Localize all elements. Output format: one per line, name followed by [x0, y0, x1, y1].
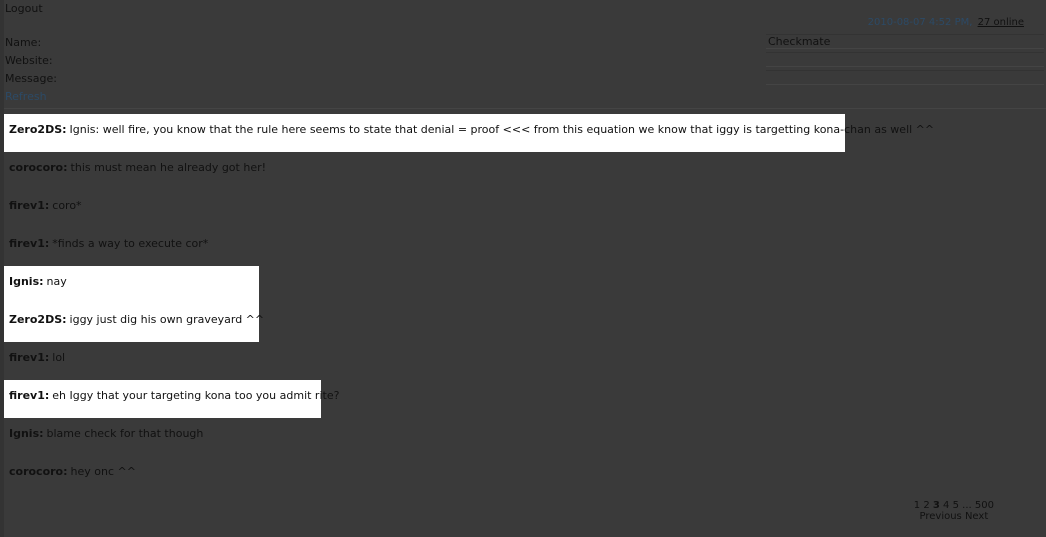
- page-numbers: 1 2 3 4 5 ... 500: [914, 500, 994, 511]
- status-bar: 2010-08-07 4:52 PM, 27 online: [868, 17, 1024, 28]
- previous-page-link[interactable]: Previous: [920, 511, 962, 522]
- message-text: coro*: [52, 199, 82, 212]
- page-link[interactable]: 3: [933, 500, 940, 511]
- chat-message: Ignis: blame check for that though: [4, 418, 208, 456]
- pagination: 1 2 3 4 5 ... 500 Previous Next: [914, 500, 994, 522]
- chat-message: corocoro: hey onc ^^: [4, 456, 141, 494]
- chat-message: Ignis: nay: [4, 266, 259, 304]
- refresh-link[interactable]: Refresh: [5, 90, 47, 103]
- chat-message: firev1: coro*: [4, 190, 87, 228]
- message-username[interactable]: Ignis:: [9, 427, 44, 440]
- chat-page: Logout 2010-08-07 4:52 PM, 27 online Nam…: [4, 0, 1046, 537]
- website-label: Website:: [5, 54, 53, 67]
- message-text: nay: [46, 275, 67, 288]
- chat-message: corocoro: this must mean he already got h…: [4, 152, 271, 190]
- message-username[interactable]: corocoro:: [9, 161, 68, 174]
- next-page-link[interactable]: Next: [965, 511, 988, 522]
- message-username[interactable]: corocoro:: [9, 465, 68, 478]
- message-text: lol: [52, 351, 66, 364]
- divider: [4, 108, 1046, 109]
- page-link[interactable]: 5: [953, 500, 959, 511]
- chat-message: firev1: lol: [4, 342, 70, 380]
- chat-message: Zero2DS: Ignis: well fire, you know that …: [4, 114, 934, 152]
- message-input[interactable]: [766, 70, 1044, 85]
- message-text: blame check for that though: [46, 427, 204, 440]
- message-username[interactable]: firev1:: [9, 351, 49, 364]
- page-link[interactable]: 500: [975, 500, 994, 511]
- message-username[interactable]: firev1:: [9, 199, 49, 212]
- message-label: Message:: [5, 72, 57, 85]
- timestamp: 2010-08-07 4:52 PM,: [867, 17, 973, 28]
- page-ellipsis: ...: [962, 500, 972, 511]
- message-text: Ignis: well fire, you know that the rule…: [69, 123, 935, 136]
- online-count-link[interactable]: 27 online: [978, 17, 1024, 28]
- chat-message: Zero2DS: iggy just dig his own graveyard …: [4, 304, 264, 342]
- message-text: hey onc ^^: [70, 465, 136, 478]
- page-link[interactable]: 2: [923, 500, 929, 511]
- chat-message: firev1: *finds a way to execute cor*: [4, 228, 213, 266]
- message-text: iggy just dig his own graveyard ^^: [69, 313, 265, 326]
- message-username[interactable]: firev1:: [9, 389, 49, 402]
- message-username[interactable]: Zero2DS:: [9, 313, 67, 326]
- message-username[interactable]: Zero2DS:: [9, 123, 67, 136]
- logout-link[interactable]: Logout: [5, 2, 43, 15]
- message-username[interactable]: Ignis:: [9, 275, 44, 288]
- website-input[interactable]: [766, 52, 1044, 67]
- message-username[interactable]: firev1:: [9, 237, 49, 250]
- name-input[interactable]: Checkmate: [766, 34, 1044, 49]
- name-label: Name:: [5, 36, 42, 49]
- page-link[interactable]: 4: [943, 500, 949, 511]
- page-link[interactable]: 1: [914, 500, 920, 511]
- message-text: *finds a way to execute cor*: [52, 237, 209, 250]
- message-text: eh Iggy that your targeting kona too you…: [52, 389, 340, 402]
- chat-message: firev1: eh Iggy that your targeting kona …: [4, 380, 339, 418]
- message-text: this must mean he already got her!: [70, 161, 267, 174]
